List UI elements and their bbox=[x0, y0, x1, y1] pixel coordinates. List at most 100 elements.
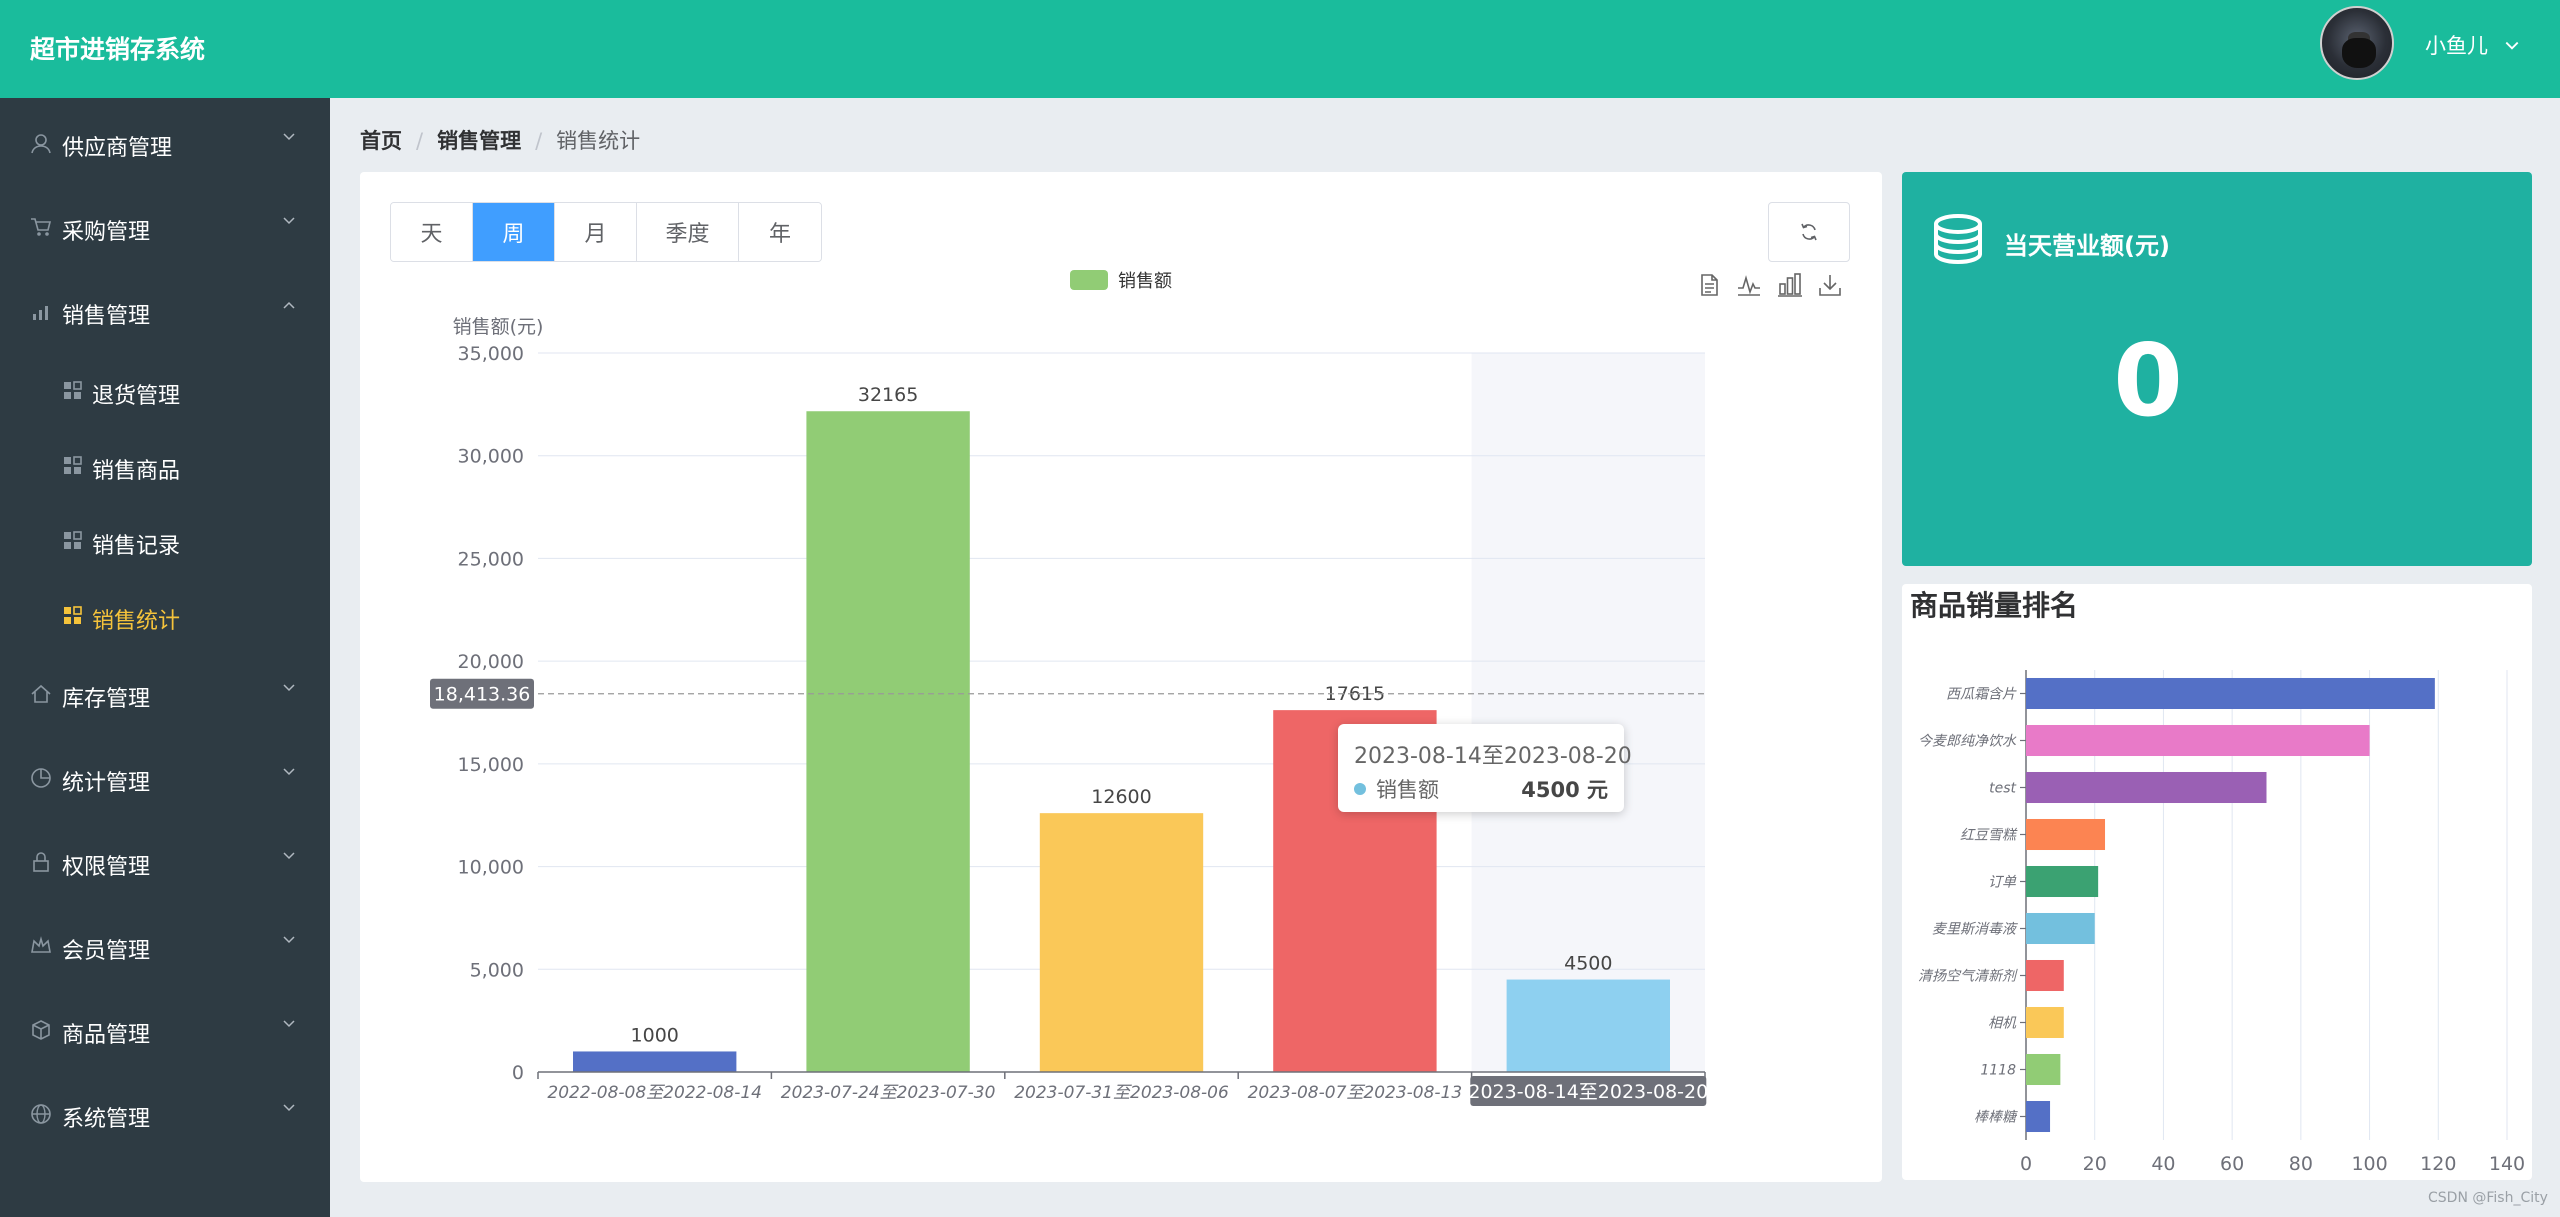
chevron-down-icon bbox=[283, 1104, 295, 1112]
ranking-title: 商品销量排名 bbox=[1910, 589, 2079, 622]
sidebar-item-label: 库存管理 bbox=[62, 687, 151, 712]
sidebar-item-label: 退货管理 bbox=[92, 384, 181, 409]
bar-value-label: 1000 bbox=[631, 1024, 679, 1046]
bar-chart-icon[interactable] bbox=[1777, 272, 1803, 298]
download-icon[interactable] bbox=[1817, 272, 1843, 298]
sidebar-item-returns[interactable]: 退货管理 bbox=[0, 360, 330, 420]
refresh-button[interactable] bbox=[1768, 202, 1850, 262]
grid-icon bbox=[64, 531, 82, 549]
pie-icon bbox=[31, 768, 51, 788]
breadcrumb-sales[interactable]: 销售管理 bbox=[437, 129, 521, 153]
sidebar-item-sales-records[interactable]: 销售记录 bbox=[0, 510, 330, 570]
bar-value-label: 32165 bbox=[858, 384, 918, 406]
x-tick-label: 0 bbox=[2020, 1153, 2032, 1175]
bar bbox=[1039, 813, 1204, 1072]
line-chart-icon[interactable] bbox=[1736, 272, 1762, 298]
sidebar-item-label: 统计管理 bbox=[62, 771, 151, 796]
sidebar-item-sales-goods[interactable]: 销售商品 bbox=[0, 435, 330, 495]
bar bbox=[806, 411, 970, 1072]
axis-pointer-label: 18,413.36 bbox=[434, 684, 531, 706]
sidebar-item-system[interactable]: 系统管理 bbox=[0, 1083, 330, 1143]
period-tab-year[interactable]: 年 bbox=[739, 203, 821, 261]
sidebar-item-products[interactable]: 商品管理 bbox=[0, 999, 330, 1059]
bar bbox=[2026, 1006, 2064, 1039]
bar-value-label: 4500 bbox=[1564, 953, 1612, 975]
user-icon bbox=[31, 134, 51, 154]
chevron-down-icon[interactable] bbox=[2504, 38, 2520, 54]
y-tick-label: 订单 bbox=[1988, 875, 2017, 891]
y-axis-label: 销售额(元) bbox=[453, 316, 544, 338]
chevron-down-icon bbox=[283, 852, 295, 860]
lock-icon bbox=[33, 852, 49, 872]
y-tick-label: 西瓜霜含片 bbox=[1946, 687, 2017, 703]
period-tabs: 天 周 月 季度 年 bbox=[390, 202, 822, 262]
bar bbox=[2026, 771, 2267, 804]
breadcrumb-home[interactable]: 首页 bbox=[360, 129, 402, 153]
chevron-down-icon bbox=[283, 936, 295, 944]
period-tab-month[interactable]: 月 bbox=[555, 203, 637, 261]
chevron-up-icon bbox=[283, 301, 295, 309]
sidebar-item-label: 销售商品 bbox=[92, 459, 181, 484]
x-tick-label: 80 bbox=[2289, 1153, 2313, 1175]
chart-legend[interactable]: 销售额 bbox=[1070, 268, 1172, 292]
grid-icon bbox=[64, 381, 82, 399]
sidebar-item-statistics[interactable]: 统计管理 bbox=[0, 747, 330, 807]
user-name[interactable]: 小鱼儿 bbox=[2425, 30, 2488, 60]
sidebar-item-label: 销售统计 bbox=[92, 609, 181, 634]
sidebar-item-label: 系统管理 bbox=[62, 1107, 151, 1132]
x-tick-label: 2022-08-08至2022-08-14 bbox=[547, 1083, 762, 1103]
bar bbox=[2026, 1053, 2061, 1086]
tooltip-series-dot bbox=[1354, 783, 1366, 795]
sidebar-item-permissions[interactable]: 权限管理 bbox=[0, 831, 330, 891]
sidebar: 供应商管理 采购管理 销售管理 退货管理 销售商品 销售记录 销售统计 库存管理… bbox=[0, 98, 330, 1217]
sidebar-item-members[interactable]: 会员管理 bbox=[0, 915, 330, 975]
sidebar-item-label: 供应商管理 bbox=[62, 136, 173, 161]
watermark: CSDN @Fish_City bbox=[2428, 1190, 2548, 1206]
x-tick-label: 120 bbox=[2420, 1153, 2456, 1175]
period-tab-quarter[interactable]: 季度 bbox=[637, 203, 739, 261]
x-tick-label: 20 bbox=[2083, 1153, 2107, 1175]
x-tick-label: 140 bbox=[2489, 1153, 2525, 1175]
coins-icon bbox=[1934, 214, 1982, 265]
y-tick-label: 10,000 bbox=[458, 857, 524, 879]
x-tick-label: 2023-08-07至2023-08-13 bbox=[1248, 1083, 1463, 1103]
legend-label: 销售额 bbox=[1118, 271, 1172, 292]
sidebar-item-label: 商品管理 bbox=[62, 1023, 151, 1048]
bar bbox=[573, 1051, 737, 1072]
sidebar-item-label: 销售管理 bbox=[62, 304, 151, 329]
y-tick-label: 35,000 bbox=[458, 343, 524, 365]
sidebar-item-supplier[interactable]: 供应商管理 bbox=[0, 112, 330, 172]
sidebar-item-purchase[interactable]: 采购管理 bbox=[0, 196, 330, 256]
bar bbox=[2026, 865, 2099, 898]
product-ranking-chart[interactable]: 0 20 40 60 80 100 120 140 西瓜霜含片今麦郎纯净饮水 test 红豆雪糕订单… bbox=[1902, 640, 2532, 1180]
user-avatar[interactable] bbox=[2320, 6, 2394, 80]
chevron-down-icon bbox=[283, 133, 295, 141]
legend-swatch bbox=[1070, 270, 1108, 290]
revenue-value: 0 bbox=[2113, 322, 2183, 439]
grid-icon bbox=[64, 606, 82, 624]
y-tick-label: 20,000 bbox=[458, 651, 524, 673]
bar bbox=[2026, 912, 2095, 945]
y-tick-label: 25,000 bbox=[458, 548, 524, 570]
sidebar-item-label: 销售记录 bbox=[92, 534, 181, 559]
y-tick-label: test bbox=[1989, 781, 2016, 797]
sidebar-item-sales-statistics[interactable]: 销售统计 bbox=[0, 585, 330, 645]
x-tick-label: 100 bbox=[2351, 1153, 2387, 1175]
x-tick-label: 2023-07-24至2023-07-30 bbox=[781, 1083, 996, 1103]
x-tick-label: 2023-07-31至2023-08-06 bbox=[1014, 1083, 1229, 1103]
bar bbox=[2026, 818, 2106, 851]
y-tick-label: 相机 bbox=[1988, 1016, 2017, 1032]
bar bbox=[2026, 724, 2370, 757]
sales-bar-chart[interactable]: 0 5,000 10,000 15,000 20,000 25,000 30,000 35,0… bbox=[410, 300, 1730, 1120]
box-icon bbox=[32, 1020, 50, 1040]
cart-icon bbox=[31, 218, 52, 236]
y-tick-label: 棒棒糖 bbox=[1974, 1110, 2018, 1126]
sidebar-item-inventory[interactable]: 库存管理 bbox=[0, 663, 330, 723]
y-tick-label: 15,000 bbox=[458, 754, 524, 776]
y-tick-label: 30,000 bbox=[458, 446, 524, 468]
period-tab-week[interactable]: 周 bbox=[473, 203, 555, 261]
grid-icon bbox=[64, 456, 82, 474]
period-tab-day[interactable]: 天 bbox=[391, 203, 473, 261]
data-view-icon[interactable] bbox=[1696, 272, 1722, 298]
sidebar-item-sales[interactable]: 销售管理 bbox=[0, 280, 330, 340]
